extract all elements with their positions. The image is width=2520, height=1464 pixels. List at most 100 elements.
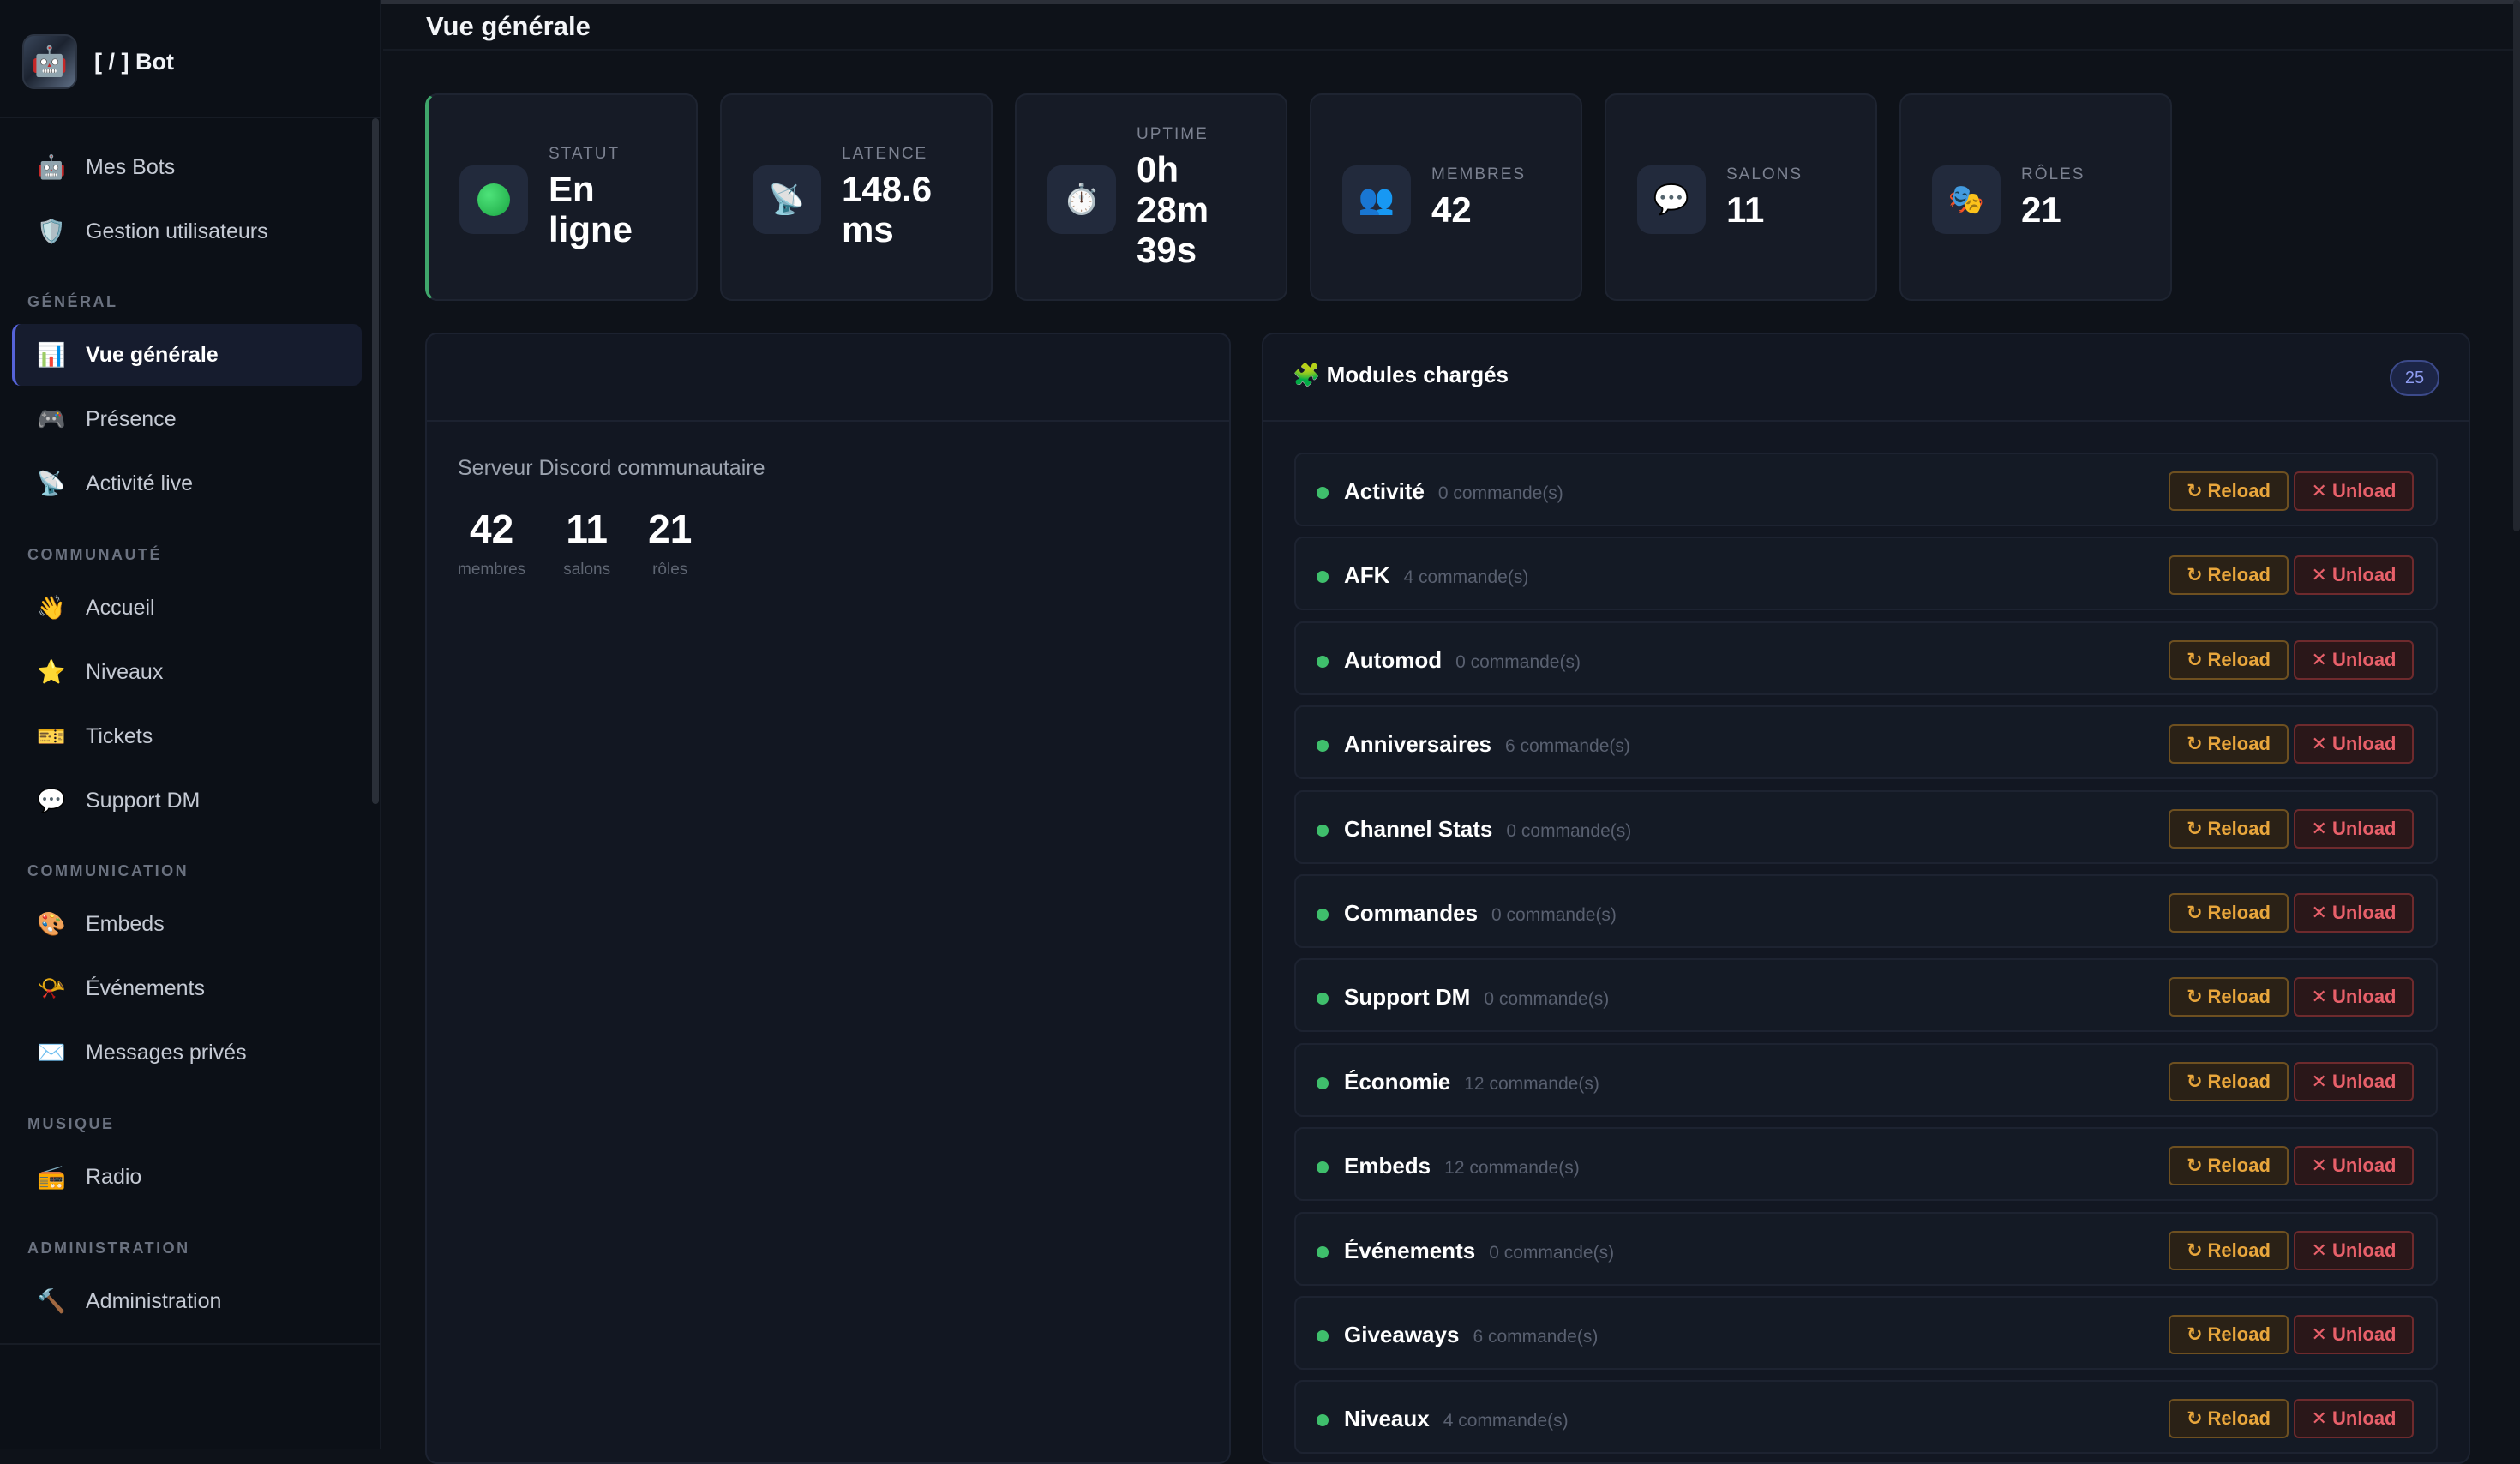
sidebar-item-support-dm[interactable]: 💬 Support DM xyxy=(12,770,362,831)
module-command-count: 12 commande(s) xyxy=(1444,1158,1580,1179)
reload-label: Reload xyxy=(2207,1323,2271,1345)
module-row: AFK 4 commande(s) ↻ Reload ✕ Unload xyxy=(1294,537,2438,611)
module-name: Support DM 0 commande(s) xyxy=(1344,984,1609,1011)
module-row: Embeds 12 commande(s) ↻ Reload ✕ Unload xyxy=(1294,1127,2438,1202)
reload-button[interactable]: ↻ Reload xyxy=(2169,893,2289,933)
unload-button[interactable]: ✕ Unload xyxy=(2294,1399,2414,1439)
sidebar-item-administration[interactable]: 🔨 Administration xyxy=(12,1270,362,1332)
module-name-text: Activité xyxy=(1344,478,1425,504)
people-icon: 👥 xyxy=(1342,165,1411,234)
sidebar-item-messages-prives[interactable]: ✉️ Messages privés xyxy=(12,1022,362,1083)
brand-name: [ / ] Bot xyxy=(94,48,174,75)
sidebar-item-presence[interactable]: 🎮 Présence xyxy=(12,388,362,450)
module-row: Automod 0 commande(s) ↻ Reload ✕ Unload xyxy=(1294,621,2438,695)
module-status-dot xyxy=(1317,487,1329,499)
unload-button[interactable]: ✕ Unload xyxy=(2294,471,2414,511)
module-status-dot xyxy=(1317,655,1329,668)
stat-card-channels: 💬 SALONS 11 xyxy=(1605,93,1877,301)
section-title-administration: ADMINISTRATION xyxy=(27,1239,190,1257)
unload-button[interactable]: ✕ Unload xyxy=(2294,893,2414,933)
reload-button[interactable]: ↻ Reload xyxy=(2169,808,2289,849)
module-name: Automod 0 commande(s) xyxy=(1344,647,1581,674)
reload-button[interactable]: ↻ Reload xyxy=(2169,471,2289,511)
robot-icon: 🤖 xyxy=(37,154,66,180)
reload-button[interactable]: ↻ Reload xyxy=(2169,1230,2289,1270)
close-icon: ✕ xyxy=(2311,1407,2327,1430)
reload-button[interactable]: ↻ Reload xyxy=(2169,1399,2289,1439)
module-command-count: 0 commande(s) xyxy=(1506,820,1632,841)
module-command-count: 6 commande(s) xyxy=(1504,736,1630,757)
section-title-communication: COMMUNICATION xyxy=(27,862,189,879)
sidebar-item-accueil[interactable]: 👋 Accueil xyxy=(12,577,362,639)
modules-count-badge: 25 xyxy=(2390,360,2439,396)
module-name-text: Channel Stats xyxy=(1344,815,1493,842)
reload-icon: ↻ xyxy=(2187,1323,2203,1345)
sidebar-item-vue-generale[interactable]: 📊 Vue générale xyxy=(12,324,362,386)
server-description: Serveur Discord communautaire xyxy=(458,456,765,480)
reload-icon: ↻ xyxy=(2187,648,2203,670)
reload-button[interactable]: ↻ Reload xyxy=(2169,1146,2289,1186)
close-icon: ✕ xyxy=(2311,986,2327,1008)
module-command-count: 4 commande(s) xyxy=(1403,567,1529,588)
satellite-icon: 📡 xyxy=(753,165,821,234)
sidebar-item-mes-bots[interactable]: 🤖 Mes Bots xyxy=(12,136,362,198)
reload-button[interactable]: ↻ Reload xyxy=(2169,724,2289,765)
unload-button[interactable]: ✕ Unload xyxy=(2294,555,2414,596)
stat-value: 21 xyxy=(2021,189,2061,230)
module-status-dot xyxy=(1317,824,1329,837)
module-row: Giveaways 6 commande(s) ↻ Reload ✕ Unload xyxy=(1294,1296,2438,1370)
sidebar-item-label: Vue générale xyxy=(86,342,219,367)
stat-label: STATUT xyxy=(549,145,621,163)
sidebar-item-gestion-utilisateurs[interactable]: 🛡️ Gestion utilisateurs xyxy=(12,201,362,262)
module-name-text: Support DM xyxy=(1344,984,1471,1011)
stat-label: MEMBRES xyxy=(1431,165,1527,183)
unload-button[interactable]: ✕ Unload xyxy=(2294,1230,2414,1270)
server-panel-header xyxy=(427,334,1229,422)
unload-button[interactable]: ✕ Unload xyxy=(2294,808,2414,849)
module-row: Événements 0 commande(s) ↻ Reload ✕ Unload xyxy=(1294,1211,2438,1286)
reload-button[interactable]: ↻ Reload xyxy=(2169,1061,2289,1101)
sidebar-item-niveaux[interactable]: ⭐ Niveaux xyxy=(12,641,362,703)
sidebar-scrollbar[interactable] xyxy=(372,118,379,804)
sidebar-item-evenements[interactable]: 📯 Événements xyxy=(12,957,362,1019)
reload-label: Reload xyxy=(2207,1070,2271,1092)
speech-bubble-icon: 💬 xyxy=(37,788,66,813)
module-status-dot xyxy=(1317,1077,1329,1089)
module-status-dot xyxy=(1317,571,1329,584)
stopwatch-icon: ⏱️ xyxy=(1047,165,1116,234)
page-scrollbar[interactable] xyxy=(2513,0,2520,531)
reload-button[interactable]: ↻ Reload xyxy=(2169,639,2289,680)
unload-button[interactable]: ✕ Unload xyxy=(2294,639,2414,680)
reload-icon: ↻ xyxy=(2187,733,2203,755)
module-command-count: 0 commande(s) xyxy=(1491,905,1617,925)
stat-card-roles: 🎭 RÔLES 21 xyxy=(1899,93,2172,301)
unload-button[interactable]: ✕ Unload xyxy=(2294,1315,2414,1354)
sidebar-item-activite-live[interactable]: 📡 Activité live xyxy=(12,453,362,514)
brand[interactable]: 🤖 [ / ] Bot xyxy=(22,33,174,91)
sidebar-item-radio[interactable]: 📻 Radio xyxy=(12,1146,362,1208)
module-name-text: Niveaux xyxy=(1344,1406,1430,1432)
sidebar-item-embeds[interactable]: 🎨 Embeds xyxy=(12,893,362,955)
reload-icon: ↻ xyxy=(2187,986,2203,1008)
sidebar-item-label: Événements xyxy=(86,975,205,1000)
sidebar-item-label: Accueil xyxy=(86,595,155,620)
reload-icon: ↻ xyxy=(2187,1155,2203,1177)
reload-button[interactable]: ↻ Reload xyxy=(2169,555,2289,596)
sidebar-item-tickets[interactable]: 🎫 Tickets xyxy=(12,705,362,767)
sidebar-item-label: Administration xyxy=(86,1288,222,1313)
unload-button[interactable]: ✕ Unload xyxy=(2294,1146,2414,1186)
unload-button[interactable]: ✕ Unload xyxy=(2294,1061,2414,1101)
module-name: Giveaways 6 commande(s) xyxy=(1344,1322,1598,1348)
modules-header: 🧩 Modules chargés 25 xyxy=(1263,334,2469,422)
close-icon: ✕ xyxy=(2311,733,2327,755)
unload-button[interactable]: ✕ Unload xyxy=(2294,724,2414,765)
gamepad-icon: 🎮 xyxy=(37,406,66,432)
unload-button[interactable]: ✕ Unload xyxy=(2294,977,2414,1017)
stat-value: 42 xyxy=(470,507,514,551)
stat-label: SALONS xyxy=(1726,165,1803,183)
module-command-count: 12 commande(s) xyxy=(1464,1073,1599,1094)
reload-button[interactable]: ↻ Reload xyxy=(2169,1315,2289,1354)
reload-button[interactable]: ↻ Reload xyxy=(2169,977,2289,1017)
stat-value: 0h 28m 39s xyxy=(1137,148,1209,270)
unload-label: Unload xyxy=(2331,480,2397,501)
